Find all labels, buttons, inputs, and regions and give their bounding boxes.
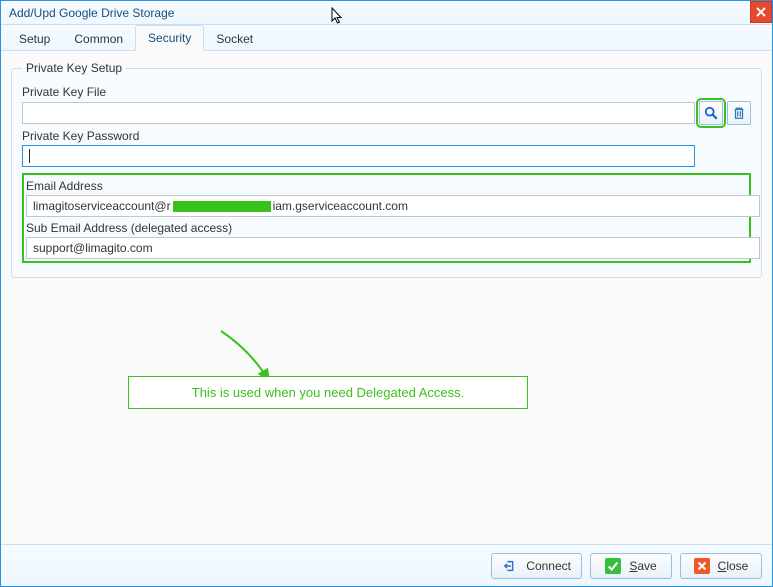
save-button[interactable]: Save: [590, 553, 672, 579]
private-key-file-input[interactable]: [22, 102, 695, 124]
email-prefix: limagitoserviceaccount@r: [33, 197, 171, 215]
redacted-segment: [173, 201, 271, 212]
private-key-setup-group: Private Key Setup Private Key File Priva…: [11, 61, 762, 278]
footer-bar: Connect Save Close: [1, 544, 772, 586]
close-icon: [756, 7, 766, 17]
content-area: Private Key Setup Private Key File Priva…: [1, 51, 772, 544]
private-key-password-label: Private Key Password: [22, 129, 751, 143]
browse-key-button[interactable]: [699, 101, 723, 125]
x-icon: [694, 558, 710, 574]
tab-security[interactable]: Security: [135, 25, 204, 51]
trash-icon: [732, 106, 746, 120]
tab-socket[interactable]: Socket: [204, 27, 265, 51]
sub-email-input[interactable]: support@limagito.com: [26, 237, 760, 259]
title-bar: Add/Upd Google Drive Storage: [1, 1, 772, 25]
email-address-input[interactable]: limagitoserviceaccount@r iam.gserviceacco…: [26, 195, 760, 217]
delegated-access-callout: This is used when you need Delegated Acc…: [128, 376, 528, 409]
private-key-password-input[interactable]: [22, 145, 695, 167]
close-button[interactable]: Close: [680, 553, 762, 579]
sub-email-label: Sub Email Address (delegated access): [26, 221, 747, 235]
email-suffix: iam.gserviceaccount.com: [273, 197, 408, 215]
connect-icon: [502, 558, 518, 574]
clear-key-button[interactable]: [727, 101, 751, 125]
mouse-cursor: [331, 7, 345, 25]
connect-button[interactable]: Connect: [491, 553, 582, 579]
window-title: Add/Upd Google Drive Storage: [9, 6, 174, 20]
email-highlight-annotation: Email Address limagitoserviceaccount@r ia…: [22, 173, 751, 263]
groupbox-title: Private Key Setup: [22, 61, 126, 75]
email-address-label: Email Address: [26, 179, 747, 193]
search-icon: [704, 106, 718, 120]
private-key-file-label: Private Key File: [22, 85, 751, 99]
tab-common[interactable]: Common: [62, 27, 135, 51]
tab-bar: Setup Common Security Socket: [1, 25, 772, 51]
window-close-button[interactable]: [750, 1, 772, 23]
tab-setup[interactable]: Setup: [7, 27, 62, 51]
check-icon: [605, 558, 621, 574]
